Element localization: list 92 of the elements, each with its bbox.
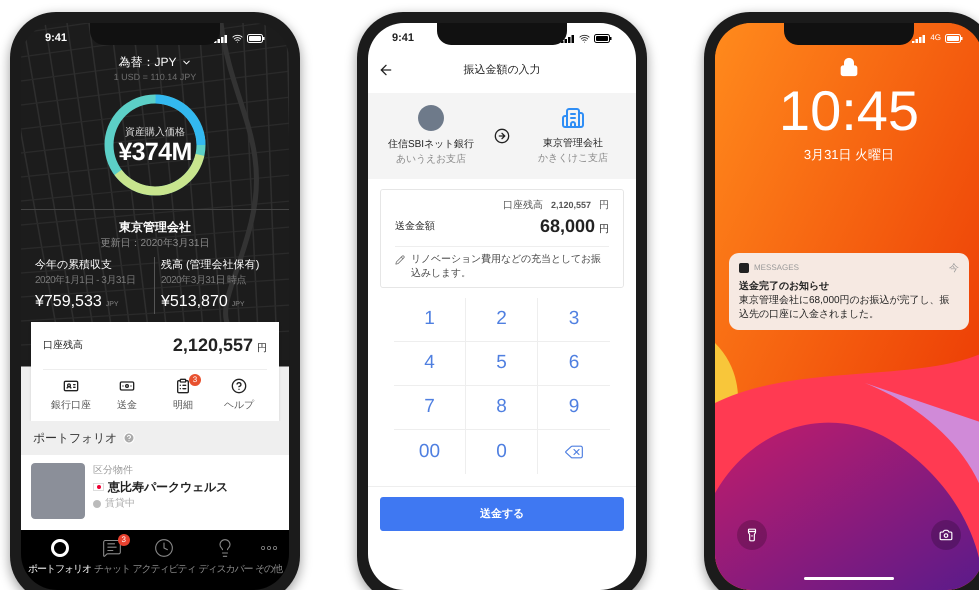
property-name: 恵比寿パークウェルス [108,479,228,496]
lock-icon [839,57,859,77]
notification-card[interactable]: MESSAGES 今 送金完了のお知らせ 東京管理会社に68,000円のお振込が完了し、振込先の口座に入金されました。 [729,252,969,330]
signal-icon [214,34,228,42]
balance-unit: 円 [257,342,267,356]
sender-bank: 住信SBIネット銀行 [388,138,474,152]
action-button[interactable]: ヘルプ [211,378,267,413]
stat-period: 2020年3月31日 時点 [161,274,248,288]
recipient-branch: かきくけこ支店 [538,152,608,166]
recipient-name: 東京管理会社 [543,136,603,151]
more-icon [260,546,276,550]
stat-title: 残高 (管理会社保有) [161,258,260,272]
keypad-key[interactable]: 4 [394,342,466,386]
keypad-key[interactable]: 0 [466,430,538,474]
camera-icon [939,528,953,542]
balance-label: 口座残高 [43,338,83,353]
back-icon[interactable] [378,62,394,78]
keypad-key[interactable]: 5 [466,342,538,386]
status-time: 9:41 [392,30,414,46]
wifi-icon [232,32,243,44]
clipboard-icon [175,378,191,394]
clock-icon [154,538,174,558]
balance-amount: 2,120,557 [172,334,253,357]
submit-button[interactable]: 送金する [380,497,624,531]
donut-value: ¥374M [118,140,192,164]
notification-title: 送金完了のお知らせ [739,279,830,294]
amount-value: 68,000 [540,215,595,238]
keypad-key[interactable]: 2 [466,298,538,342]
keypad-key[interactable]: 3 [538,298,610,342]
app-icon [739,263,749,273]
chat-icon [102,538,122,558]
building-icon [561,106,585,130]
balance-amount: 2,120,557 [550,199,591,212]
status-time: 9:41 [45,30,68,46]
battery-icon [247,34,265,42]
keypad-key[interactable]: 7 [394,386,466,430]
avatar-placeholder [418,105,444,131]
photo-placeholder [31,463,85,519]
help-icon [231,378,247,394]
keypad-key[interactable]: 9 [538,386,610,430]
stat-amount: ¥513,870 [161,292,228,312]
action-button[interactable]: 送金 [99,378,155,413]
property-status: 賃貸中 [105,496,135,511]
flag-icon [93,483,104,491]
amount-unit: 円 [599,223,609,237]
stat-period: 2020年1月1日 - 3月31日 [35,274,136,288]
currency-selector[interactable]: 為替：JPY [118,53,192,71]
keypad-key[interactable]: 6 [538,342,610,386]
battery-icon [594,34,612,42]
notification-time: 今 [949,262,959,276]
memo-text: リノベーション費用などの充当としてお振込みします。 [411,253,602,281]
keypad-key[interactable]: 1 [394,298,466,342]
lock-date: 3月31日 火曜日 [804,146,894,164]
signal-icon [561,34,575,42]
keypad-key[interactable]: 8 [466,386,538,430]
screen-title: 振込金額の入力 [464,62,540,78]
tab-item[interactable]: ディスカバー [198,534,252,578]
pencil-icon [395,255,405,265]
section-title: ポートフォリオ [33,430,117,447]
action-button[interactable]: 銀行口座 [43,378,99,413]
sender-branch: あいうえお支店 [396,152,466,167]
flashlight-button[interactable] [737,520,767,550]
tab-item[interactable]: ポートフォリオ [28,534,91,578]
keypad-key[interactable]: 00 [394,430,466,474]
stat-title: 今年の累積収支 [35,258,113,272]
tab-item[interactable]: 3 チャット [94,534,130,578]
count-badge: 3 [118,534,130,546]
stat-amount: ¥759,533 [35,292,102,312]
company-name: 東京管理会社 [119,218,191,236]
camera-button[interactable] [931,520,961,550]
wifi-icon [579,32,590,44]
signal-icon [912,34,926,42]
flashlight-icon [745,528,759,542]
property-category: 区分物件 [93,464,134,478]
app-name: MESSAGES [754,262,799,274]
count-badge: 3 [189,374,201,386]
ring-icon [50,538,70,558]
battery-icon [945,34,963,42]
network-label: 4G [930,32,941,44]
balance-label: 口座残高 [502,198,543,213]
lock-time: 10:45 [778,83,920,139]
exchange-rate: 1 USD = 110.14 JPY [114,71,196,84]
notification-body: 東京管理会社に68,000円のお振込が完了し、振込先の口座に入金されました。 [739,294,951,322]
balance-unit: 円 [599,199,609,213]
arrow-right-icon [494,128,510,144]
donut-label: 資産購入価格 [125,126,185,140]
updated-date: 更新日：2020年3月31日 [100,236,210,250]
tab-item[interactable]: その他 [255,534,282,578]
person-icon [93,500,101,508]
tab-item[interactable]: アクティビティ [132,534,196,578]
amount-label: 送金金額 [395,220,435,234]
id-card-icon [63,378,79,394]
